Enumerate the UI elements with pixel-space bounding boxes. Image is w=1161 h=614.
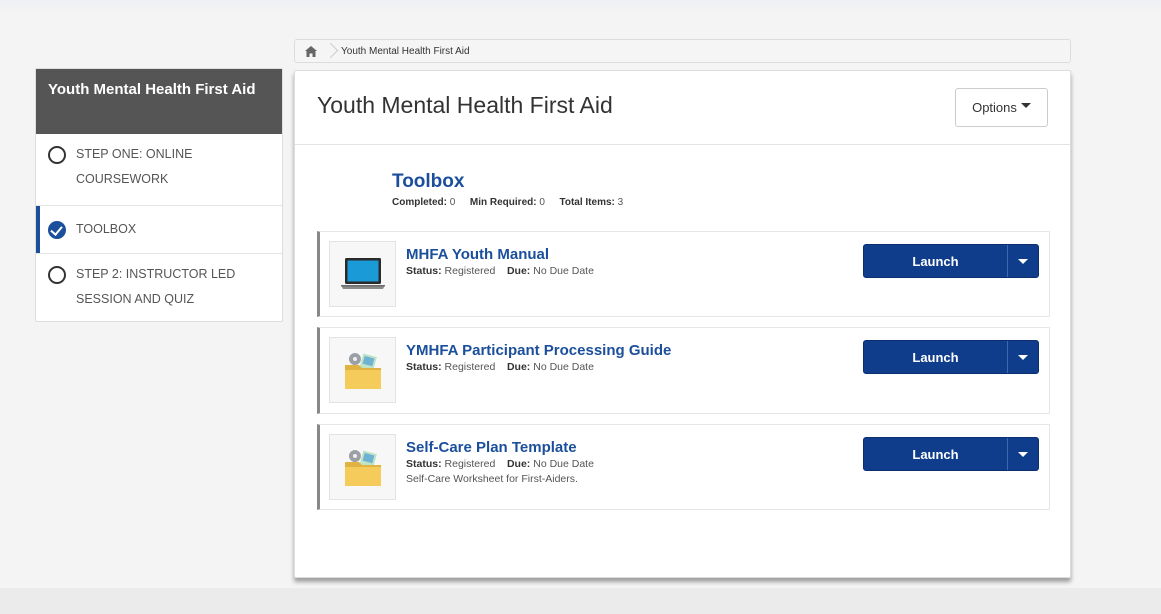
list-item: Self-Care Plan Template Status: Register… xyxy=(317,424,1050,510)
due-value: No Due Date xyxy=(533,361,594,373)
laptop-icon[interactable] xyxy=(329,241,396,307)
chevron-down-icon xyxy=(1018,354,1028,360)
due-label: Due: xyxy=(506,458,531,470)
folder-media-icon[interactable] xyxy=(329,434,396,500)
item-title[interactable]: Self-Care Plan Template xyxy=(406,439,577,456)
main-panel: Youth Mental Health First Aid Options To… xyxy=(294,70,1071,578)
sidebar-item-label: STEP ONE: ONLINE COURSEWORK xyxy=(76,147,193,186)
radio-empty-icon xyxy=(48,266,66,284)
total-items-label: Total Items: xyxy=(559,197,615,208)
launch-button-group: Launch xyxy=(863,437,1039,471)
item-description: Self-Care Worksheet for First-Aiders. xyxy=(406,473,578,485)
options-label: Options xyxy=(972,100,1017,115)
section-stats: Completed: 0 Min Required: 0 Total Items… xyxy=(392,197,623,208)
sidebar-title: Youth Mental Health First Aid xyxy=(36,69,282,134)
due-label: Due: xyxy=(506,265,531,277)
launch-dropdown-toggle[interactable] xyxy=(1008,341,1038,373)
folder-media-icon[interactable] xyxy=(329,337,396,403)
list-item: MHFA Youth Manual Status: Registered Due… xyxy=(317,231,1050,317)
status-label: Status: xyxy=(406,265,442,277)
item-meta: Status: Registered Due: No Due Date xyxy=(406,361,594,373)
min-required-value: 0 xyxy=(539,197,545,208)
status-label: Status: xyxy=(406,458,442,470)
check-circle-icon xyxy=(48,220,66,239)
launch-button[interactable]: Launch xyxy=(864,245,1008,277)
launch-dropdown-toggle[interactable] xyxy=(1008,245,1038,277)
item-meta: Status: Registered Due: No Due Date xyxy=(406,458,594,470)
status-value: Registered xyxy=(444,265,496,277)
due-value: No Due Date xyxy=(533,458,594,470)
sidebar-item-label: TOOLBOX xyxy=(76,222,137,236)
radio-empty-icon xyxy=(48,146,66,164)
launch-dropdown-toggle[interactable] xyxy=(1008,438,1038,470)
sidebar-item-label: STEP 2: INSTRUCTOR LED SESSION AND QUIZ xyxy=(76,267,236,306)
launch-button-group: Launch xyxy=(863,340,1039,374)
status-value: Registered xyxy=(444,458,496,470)
item-title[interactable]: MHFA Youth Manual xyxy=(406,246,549,263)
due-value: No Due Date xyxy=(533,265,594,277)
home-icon[interactable] xyxy=(295,40,327,62)
due-label: Due: xyxy=(506,361,531,373)
list-item: YMHFA Participant Processing Guide Statu… xyxy=(317,327,1050,414)
total-items-value: 3 xyxy=(617,197,624,208)
item-meta: Status: Registered Due: No Due Date xyxy=(406,265,594,277)
options-button[interactable]: Options xyxy=(955,88,1048,127)
top-band xyxy=(0,0,1161,12)
section-title: Toolbox xyxy=(392,171,465,192)
sidebar-item-step-two[interactable]: STEP 2: INSTRUCTOR LED SESSION AND QUIZ xyxy=(36,254,282,322)
sidebar-item-step-one[interactable]: STEP ONE: ONLINE COURSEWORK xyxy=(36,134,282,206)
completed-value: 0 xyxy=(449,197,456,208)
chevron-down-icon xyxy=(1018,451,1028,457)
caret-down-icon xyxy=(1020,103,1031,108)
curriculum-sidebar: Youth Mental Health First Aid STEP ONE: … xyxy=(35,68,283,322)
breadcrumb: Youth Mental Health First Aid xyxy=(294,39,1071,63)
status-label: Status: xyxy=(406,361,442,373)
breadcrumb-separator xyxy=(327,40,335,62)
chevron-down-icon xyxy=(1018,258,1028,264)
breadcrumb-current[interactable]: Youth Mental Health First Aid xyxy=(335,46,470,57)
footer-band xyxy=(0,588,1161,614)
launch-button[interactable]: Launch xyxy=(864,438,1008,470)
status-value: Registered xyxy=(444,361,496,373)
completed-label: Completed: xyxy=(392,197,447,208)
min-required-label: Min Required: xyxy=(469,197,537,208)
launch-button[interactable]: Launch xyxy=(864,341,1008,373)
page-title: Youth Mental Health First Aid xyxy=(317,92,613,118)
main-header: Youth Mental Health First Aid Options xyxy=(295,71,1070,145)
sidebar-item-toolbox[interactable]: TOOLBOX xyxy=(36,206,282,254)
item-title[interactable]: YMHFA Participant Processing Guide xyxy=(406,342,671,359)
launch-button-group: Launch xyxy=(863,244,1039,278)
